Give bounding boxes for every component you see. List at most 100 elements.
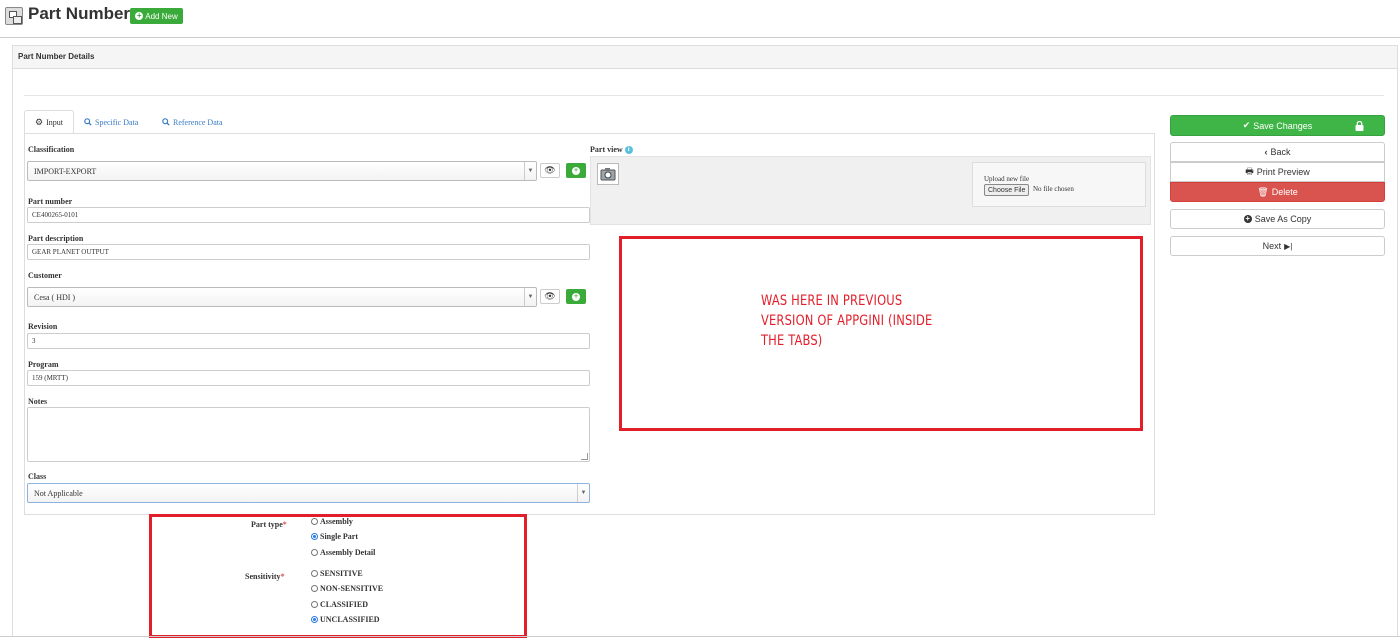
tab-input-label: Input — [46, 117, 63, 127]
part-number-label: Part number — [28, 197, 73, 206]
class-label: Class — [28, 472, 47, 481]
annotation-line-3: THE TABS) — [761, 333, 823, 349]
part-description-value: GEAR PLANET OUTPUT — [32, 248, 109, 256]
eye-icon: 👁 — [544, 291, 556, 301]
radio-label: NON-SENSITIVE — [320, 584, 384, 593]
plus-circle-icon: + — [1243, 214, 1252, 223]
sensitivity-label: Sensitivity* — [245, 572, 285, 581]
radio-icon[interactable] — [311, 585, 318, 592]
print-preview-button[interactable]: 🖶 Print Preview — [1170, 162, 1385, 182]
radio-label: Assembly — [320, 517, 353, 526]
chevron-down-icon: ▼ — [577, 484, 589, 502]
part-number-input[interactable]: CE400265-0101 — [27, 207, 590, 223]
print-preview-label: Print Preview — [1256, 167, 1310, 177]
radio-option[interactable]: NON-SENSITIVE — [311, 584, 383, 593]
tab-reference-data[interactable]: Reference Data — [162, 110, 242, 134]
classification-view-button[interactable]: 👁 — [540, 163, 560, 178]
save-changes-label: Save Changes — [1253, 120, 1313, 131]
radio-label: Assembly Detail — [320, 548, 376, 557]
chevron-left-icon: ‹ — [1264, 147, 1268, 157]
upload-label: Upload new file — [984, 175, 1030, 183]
radio-option[interactable]: Assembly Detail — [311, 548, 375, 557]
tab-input[interactable]: ⚙ Input — [24, 110, 74, 134]
sensitivity-label-text: Sensitivity — [245, 572, 281, 581]
radio-label: SENSITIVE — [320, 569, 363, 578]
radio-option[interactable]: SENSITIVE — [311, 569, 363, 578]
delete-label: Delete — [1271, 187, 1298, 197]
annotation-line-2: VERSION OF APPGINI (INSIDE — [761, 313, 933, 329]
plus-circle-icon: + — [135, 11, 144, 20]
radio-icon[interactable] — [311, 549, 318, 556]
radio-icon[interactable] — [311, 570, 318, 577]
panel-divider — [24, 95, 1384, 96]
resize-handle-icon[interactable] — [581, 453, 588, 460]
trash-icon: 🗑 — [1257, 186, 1269, 197]
required-mark: * — [280, 572, 285, 581]
back-button[interactable]: ‹ Back — [1170, 142, 1385, 162]
no-file-chosen-text: No file chosen — [1033, 185, 1074, 193]
radio-label: Single Part — [320, 532, 358, 541]
classification-add-button[interactable]: + — [566, 163, 586, 178]
revision-label: Revision — [28, 322, 58, 331]
classification-select[interactable]: IMPORT-EXPORT ▼ — [27, 161, 537, 181]
step-forward-icon: ▶| — [1284, 241, 1293, 251]
search-icon — [162, 118, 170, 126]
part-description-label: Part description — [28, 234, 84, 243]
radio-label: CLASSIFIED — [320, 600, 369, 609]
annotation-text: WAS HERE IN PREVIOUS VERSION OF APPGINI … — [761, 291, 950, 351]
search-icon — [84, 118, 92, 126]
next-label: Next — [1262, 241, 1282, 251]
plus-circle-icon: + — [572, 291, 580, 301]
radio-option[interactable]: Assembly — [311, 517, 353, 526]
back-label: Back — [1270, 147, 1291, 157]
printer-icon: 🖶 — [1245, 166, 1254, 176]
part-description-input[interactable]: GEAR PLANET OUTPUT — [27, 244, 590, 260]
choose-file-button[interactable]: Choose File — [984, 184, 1030, 196]
radio-label: UNCLASSIFIED — [320, 615, 380, 624]
radio-icon[interactable] — [311, 518, 318, 525]
revision-value: 3 — [32, 337, 36, 345]
radio-option[interactable]: CLASSIFIED — [311, 600, 368, 609]
save-changes-button[interactable]: ✔ Save Changes — [1170, 115, 1385, 136]
panel-title: Part Number Details — [13, 46, 1397, 69]
tab-reference-data-label: Reference Data — [173, 117, 223, 127]
add-new-button[interactable]: + Add New — [130, 8, 183, 24]
customer-select[interactable]: Cesa ( HDI ) ▼ — [27, 287, 537, 307]
info-icon[interactable]: i — [624, 146, 633, 155]
check-icon: ✔ — [1242, 120, 1251, 130]
radio-option[interactable]: UNCLASSIFIED — [311, 615, 380, 624]
camera-icon — [597, 163, 619, 185]
customer-value: Cesa ( HDI ) — [34, 292, 76, 302]
header-divider — [0, 37, 1400, 38]
chevron-down-icon: ▼ — [524, 288, 536, 306]
part-number-value: CE400265-0101 — [32, 211, 79, 219]
customer-add-button[interactable]: + — [566, 289, 586, 304]
page-title: Part Number — [28, 4, 131, 23]
class-value: Not Applicable — [34, 488, 83, 498]
revision-input[interactable]: 3 — [27, 333, 590, 349]
annotation-line-1: WAS HERE IN PREVIOUS — [761, 293, 903, 309]
tab-specific-data-label: Specific Data — [95, 117, 139, 127]
delete-button[interactable]: 🗑 Delete — [1170, 182, 1385, 202]
class-select[interactable]: Not Applicable ▼ — [27, 483, 590, 503]
program-input[interactable]: 159 (MRTT) — [27, 370, 590, 386]
radio-icon[interactable] — [311, 601, 318, 608]
add-new-label: Add New — [145, 11, 178, 21]
tab-specific-data[interactable]: Specific Data — [84, 110, 152, 134]
radio-icon[interactable] — [311, 616, 318, 623]
classification-value: IMPORT-EXPORT — [34, 166, 97, 176]
radio-icon[interactable] — [311, 533, 318, 540]
program-value: 159 (MRTT) — [32, 374, 68, 382]
radio-option[interactable]: Single Part — [311, 532, 358, 541]
required-mark: * — [282, 520, 287, 529]
part-type-label: Part type* — [251, 520, 287, 529]
notes-textarea[interactable] — [27, 407, 590, 462]
app-table-icon — [5, 7, 23, 25]
next-button[interactable]: Next ▶| — [1170, 236, 1385, 256]
part-view-label-text: Part view — [590, 145, 623, 154]
save-as-copy-button[interactable]: + Save As Copy — [1170, 209, 1385, 229]
bottom-divider — [0, 636, 1400, 637]
customer-view-button[interactable]: 👁 — [540, 289, 560, 304]
gear-icon: ⚙ — [35, 116, 44, 127]
lock-icon — [1355, 121, 1364, 131]
